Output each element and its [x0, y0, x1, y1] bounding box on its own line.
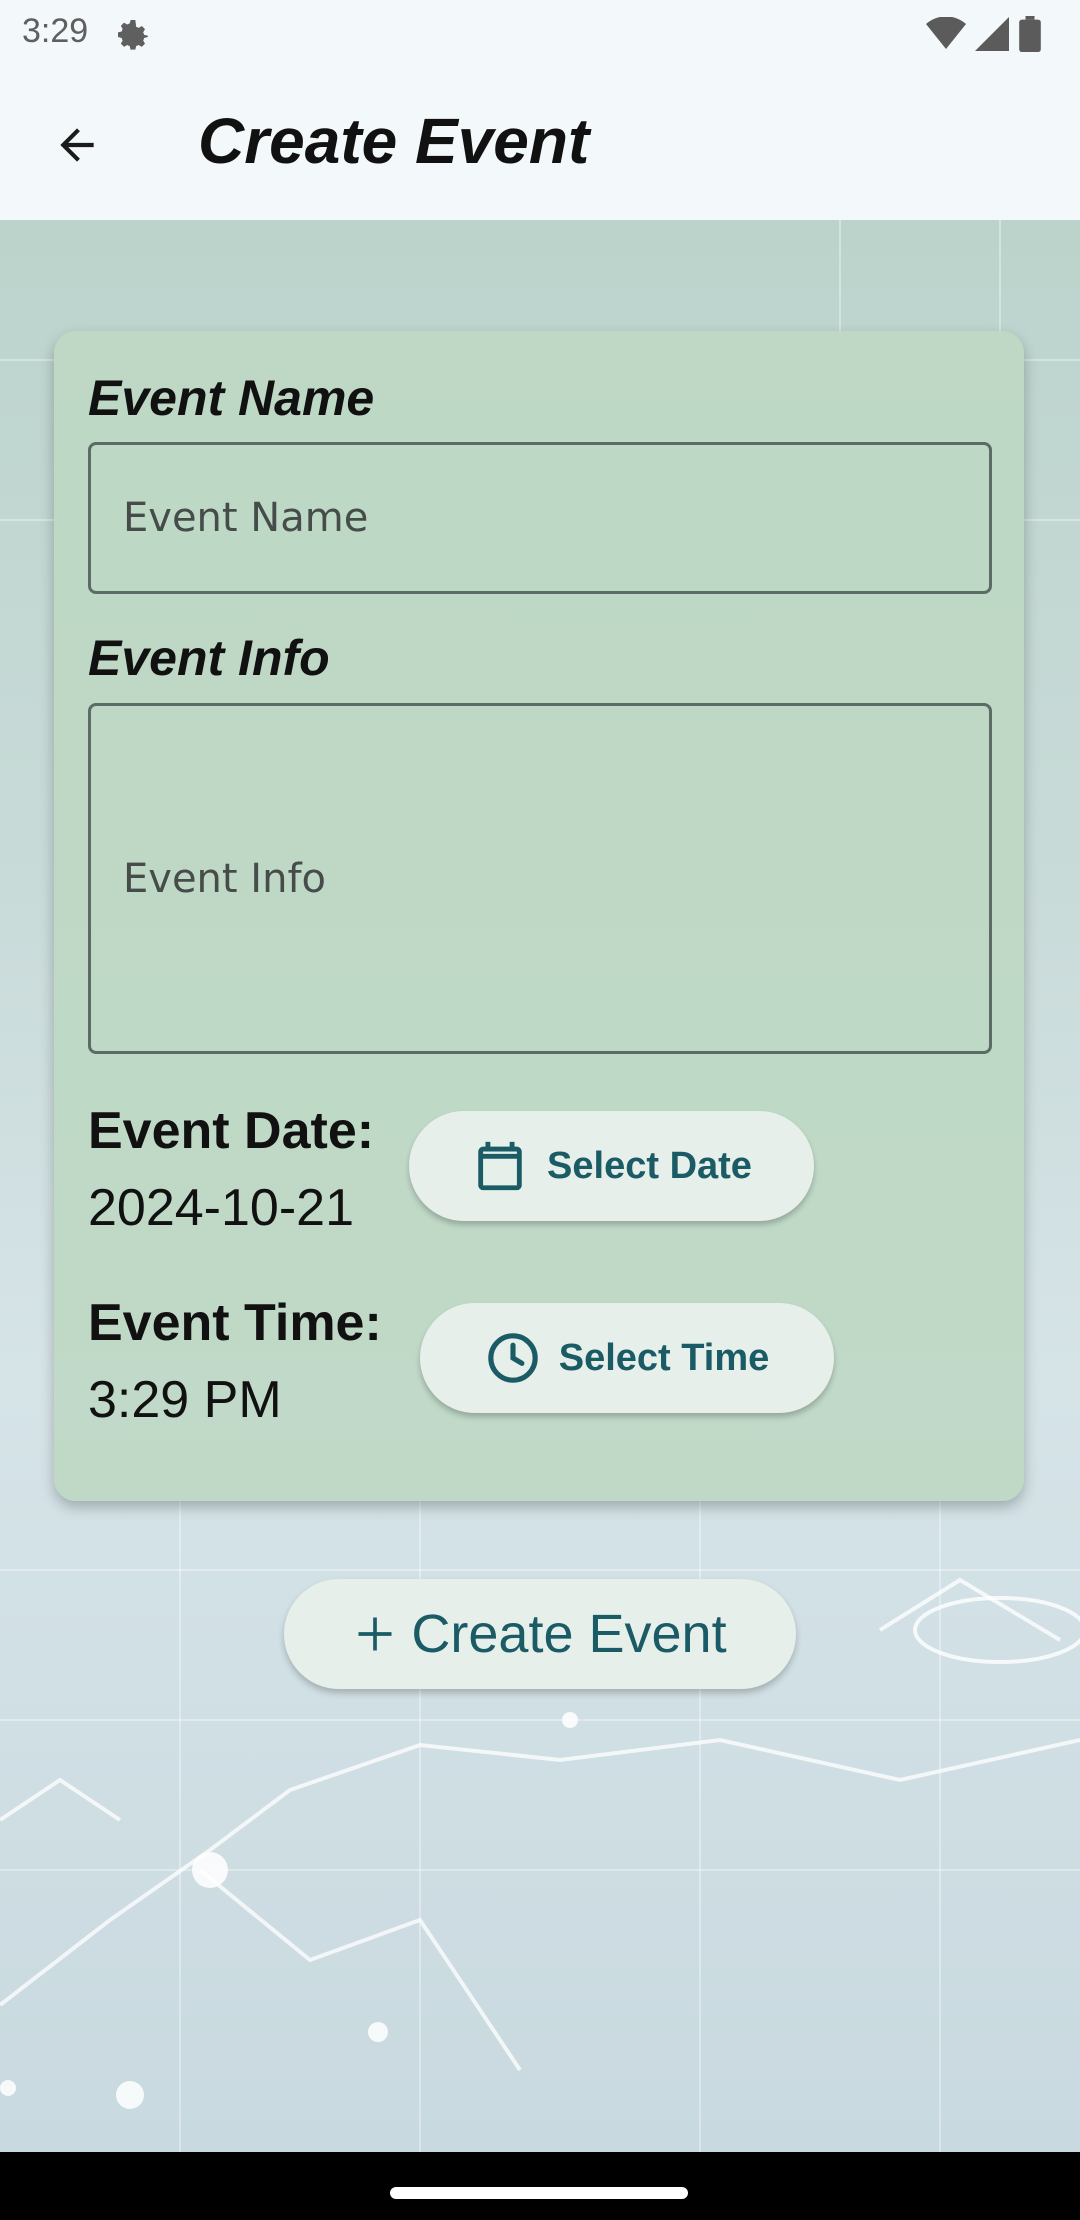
settings-gear-icon: [118, 20, 148, 50]
status-time: 3:29: [22, 12, 89, 50]
content-area: Event Name Event Name Event Info Event I…: [0, 220, 1080, 2152]
arrow-left-icon: [60, 128, 94, 162]
app-bar: Create Event: [0, 66, 1080, 220]
event-form-card: Event Name Event Name Event Info Event I…: [54, 331, 1024, 1501]
event-time-value: 3:29 PM: [88, 1371, 282, 1429]
home-gesture-handle[interactable]: [390, 2187, 688, 2199]
battery-icon: [1019, 16, 1041, 52]
select-date-button[interactable]: Select Date: [409, 1111, 814, 1221]
create-event-label: Create Event: [411, 1604, 727, 1664]
event-name-placeholder: Event Name: [123, 495, 369, 541]
event-time-label: Event Time:: [88, 1294, 382, 1352]
event-date-value: 2024-10-21: [88, 1179, 354, 1237]
select-date-label: Select Date: [547, 1144, 752, 1187]
back-button[interactable]: [42, 110, 112, 180]
select-time-button[interactable]: Select Time: [420, 1303, 834, 1413]
clock-icon: [488, 1333, 538, 1383]
event-info-field[interactable]: Event Info: [88, 703, 992, 1054]
page-title: Create Event: [198, 105, 590, 177]
system-nav-bar: [0, 2152, 1080, 2220]
cellular-signal-icon: [975, 17, 1009, 51]
wifi-icon: [926, 17, 966, 49]
event-info-label: Event Info: [88, 630, 330, 686]
event-date-label: Event Date:: [88, 1102, 375, 1160]
event-info-placeholder: Event Info: [123, 855, 327, 902]
calendar-icon: [478, 1141, 522, 1191]
select-time-label: Select Time: [558, 1336, 770, 1379]
status-bar: 3:29: [0, 0, 1080, 66]
event-name-field[interactable]: Event Name: [88, 442, 992, 594]
plus-icon: [358, 1617, 392, 1651]
event-name-label: Event Name: [88, 370, 375, 426]
create-event-button[interactable]: Create Event: [284, 1579, 796, 1689]
